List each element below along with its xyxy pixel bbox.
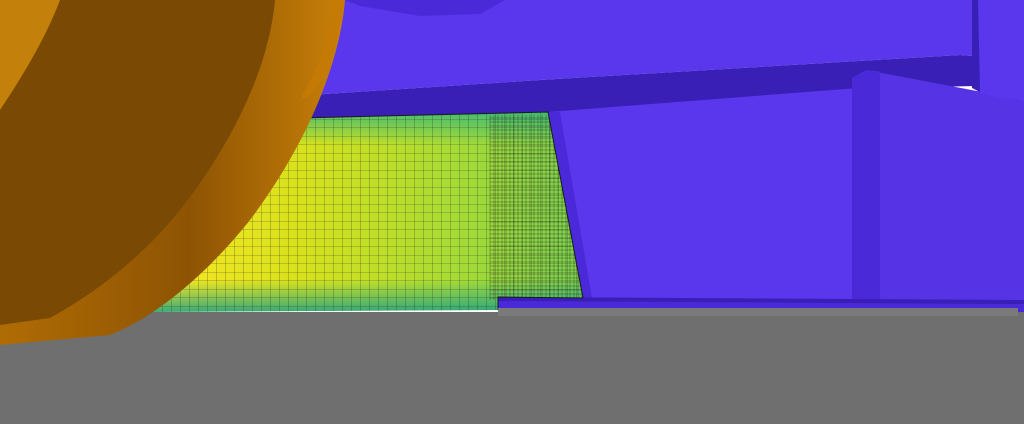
cfd-render-viewport bbox=[0, 0, 1024, 424]
ground-plane bbox=[0, 312, 1024, 424]
side-panel bbox=[548, 88, 858, 300]
vertical-pillar bbox=[852, 70, 880, 322]
ground-contact-strip bbox=[498, 308, 1018, 316]
cfd-mesh-scene bbox=[0, 0, 1024, 424]
vertical-pillar-face bbox=[866, 70, 1024, 320]
